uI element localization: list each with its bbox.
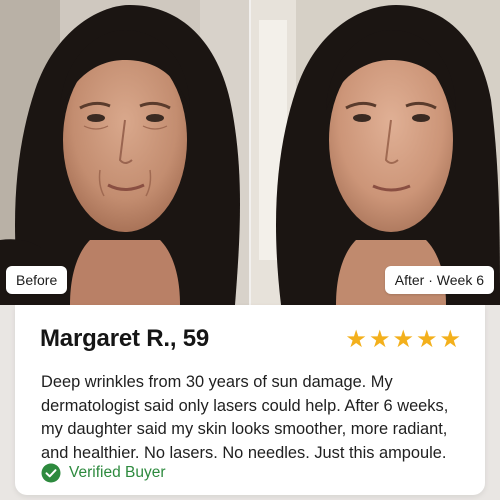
reviewer-name: Margaret R., 59 [40,325,210,352]
star-icon: ★ [345,325,367,353]
check-circle-icon [41,463,61,483]
review-card: Margaret R., 59 ★ ★ ★ ★ ★ Deep wrinkles … [15,305,485,495]
review-text: Deep wrinkles from 30 years of sun damag… [41,373,449,462]
verified-buyer-badge: Verified Buyer [41,463,166,483]
verified-buyer-label: Verified Buyer [69,464,166,481]
after-photo [251,0,500,305]
before-label: Before [6,266,68,294]
star-icon: ★ [415,325,438,353]
star-rating: ★ ★ ★ ★ ★ [345,327,461,351]
star-icon: ★ [392,325,414,353]
after-label: After · Week 6 [384,266,494,294]
star-icon: ★ [368,325,391,353]
after-portrait-image [251,0,500,305]
before-photo [0,0,249,305]
star-icon: ★ [439,325,461,353]
before-after-photos: Before After · Week 6 [0,0,500,305]
before-portrait-image [0,0,249,305]
